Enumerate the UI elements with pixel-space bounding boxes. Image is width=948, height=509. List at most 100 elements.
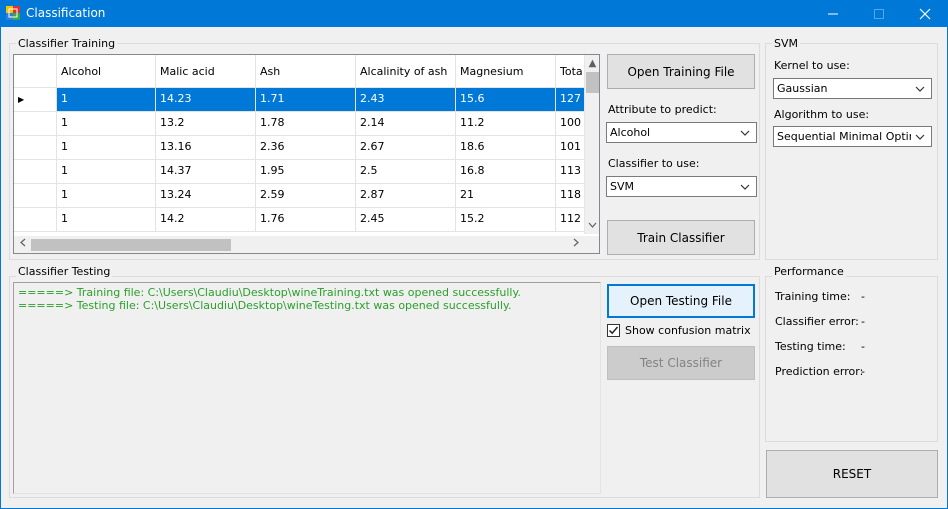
row-header[interactable] [14, 136, 57, 160]
training-time-value: - [861, 290, 865, 303]
attribute-to-predict-select[interactable]: Alcohol [606, 122, 757, 143]
grid-cell[interactable]: 1 [57, 208, 156, 232]
classifier-training-label: Classifier Training [16, 37, 118, 50]
classifier-to-use-value: SVM [610, 180, 634, 193]
svm-group-label: SVM [772, 37, 800, 50]
chevron-down-icon [913, 127, 927, 146]
grid-cell[interactable]: 1.78 [256, 112, 356, 136]
algorithm-to-use-value: Sequential Minimal Optimizati [777, 130, 911, 143]
training-time-label: Training time: [775, 290, 851, 303]
train-classifier-button[interactable]: Train Classifier [607, 220, 755, 255]
row-header[interactable] [14, 112, 57, 136]
performance-group-label: Performance [772, 265, 846, 278]
grid-cell[interactable]: 15.6 [456, 88, 556, 112]
grid-cell[interactable]: 2.43 [356, 88, 456, 112]
classifier-error-label: Classifier error: [775, 315, 859, 328]
grid-cell[interactable]: 11.2 [456, 112, 556, 136]
grid-cell[interactable]: 2.67 [356, 136, 456, 160]
grid-cell[interactable]: 2.45 [356, 208, 456, 232]
column-header[interactable]: Magnesium [456, 55, 556, 88]
column-header[interactable]: Malic acid [156, 55, 256, 88]
testing-time-value: - [861, 340, 865, 353]
training-data-grid[interactable]: Alcohol Malic acid Ash Alcalinity of ash Mag… [13, 54, 600, 254]
test-classifier-button[interactable]: Test Classifier [607, 346, 755, 380]
close-icon [919, 8, 931, 20]
testing-time-label: Testing time: [775, 340, 846, 353]
column-header[interactable]: Alcohol [57, 55, 156, 88]
chevron-down-icon [913, 79, 927, 98]
log-line: =====> Testing file: C:\Users\Claudiu\De… [18, 299, 512, 312]
column-header[interactable]: Ash [256, 55, 356, 88]
grid-corner-header[interactable] [14, 55, 57, 88]
attribute-to-predict-label: Attribute to predict: [608, 103, 717, 116]
title-bar[interactable] [0, 0, 948, 27]
maximize-icon [874, 9, 884, 19]
grid-cell[interactable]: 13.2 [156, 112, 256, 136]
row-header[interactable] [14, 184, 57, 208]
maximize-button[interactable] [856, 0, 902, 27]
grid-cell[interactable]: 1 [57, 112, 156, 136]
row-header[interactable] [14, 160, 57, 184]
grid-cell[interactable]: 14.23 [156, 88, 256, 112]
close-button[interactable] [902, 0, 948, 27]
chevron-down-icon [738, 123, 752, 142]
grid-cell[interactable]: 1 [57, 184, 156, 208]
grid-cell[interactable]: 14.37 [156, 160, 256, 184]
kernel-to-use-value: Gaussian [777, 82, 828, 95]
svm-group [765, 43, 938, 260]
show-confusion-matrix-label[interactable]: Show confusion matrix [625, 324, 751, 337]
current-row-marker-icon: ▶ [18, 95, 25, 104]
scroll-up-icon[interactable]: ▲ [584, 55, 599, 72]
algorithm-to-use-label: Algorithm to use: [774, 108, 870, 121]
grid-vertical-scroll-thumb[interactable] [586, 72, 599, 93]
kernel-to-use-label: Kernel to use: [774, 59, 850, 72]
scroll-right-icon[interactable] [567, 236, 584, 253]
checkmark-icon [608, 326, 619, 335]
testing-log-output[interactable]: =====> Training file: C:\Users\Claudiu\D… [13, 282, 601, 494]
grid-cell[interactable]: 14.2 [156, 208, 256, 232]
show-confusion-matrix-checkbox[interactable] [607, 324, 620, 337]
chevron-down-icon [738, 177, 752, 196]
prediction-error-value: - [861, 365, 865, 378]
column-header[interactable]: Alcalinity of ash [356, 55, 456, 88]
kernel-to-use-select[interactable]: Gaussian [773, 78, 932, 99]
grid-cell[interactable]: 16.8 [456, 160, 556, 184]
grid-cell[interactable]: 2.14 [356, 112, 456, 136]
classifier-testing-label: Classifier Testing [16, 265, 113, 278]
grid-cell[interactable]: 2.87 [356, 184, 456, 208]
grid-cell[interactable]: 2.59 [256, 184, 356, 208]
minimize-icon [828, 13, 838, 15]
row-header[interactable]: ▶ [14, 88, 57, 112]
grid-cell[interactable]: 1 [57, 160, 156, 184]
log-line: =====> Training file: C:\Users\Claudiu\D… [18, 286, 521, 299]
classifier-to-use-label: Classifier to use: [608, 157, 700, 170]
scroll-down-icon[interactable] [584, 217, 599, 234]
grid-cell[interactable]: 1.76 [256, 208, 356, 232]
window-border-left [0, 27, 1, 509]
grid-cell[interactable]: 2.5 [356, 160, 456, 184]
classifier-error-value: - [861, 315, 865, 328]
grid-cell[interactable]: 13.16 [156, 136, 256, 160]
grid-scroll-corner [584, 236, 599, 253]
classifier-to-use-select[interactable]: SVM [606, 176, 757, 197]
open-testing-file-button[interactable]: Open Testing File [607, 284, 755, 318]
grid-cell[interactable]: 1 [57, 136, 156, 160]
reset-button[interactable]: RESET [766, 450, 938, 498]
grid-cell[interactable]: 1.95 [256, 160, 356, 184]
scroll-left-icon[interactable] [14, 236, 31, 253]
grid-horizontal-scroll-thumb[interactable] [31, 239, 231, 251]
attribute-to-predict-value: Alcohol [610, 126, 651, 139]
minimize-button[interactable] [810, 0, 856, 27]
grid-cell[interactable]: 2.36 [256, 136, 356, 160]
window-title: Classification [26, 6, 106, 20]
open-training-file-button[interactable]: Open Training File [607, 54, 755, 89]
grid-cell[interactable]: 13.24 [156, 184, 256, 208]
grid-cell[interactable]: 18.6 [456, 136, 556, 160]
grid-cell[interactable]: 15.2 [456, 208, 556, 232]
grid-cell[interactable]: 1.71 [256, 88, 356, 112]
grid-cell[interactable]: 1 [57, 88, 156, 112]
algorithm-to-use-select[interactable]: Sequential Minimal Optimizati [773, 126, 932, 147]
grid-cell[interactable]: 21 [456, 184, 556, 208]
row-header[interactable] [14, 208, 57, 232]
app-icon [6, 6, 20, 20]
